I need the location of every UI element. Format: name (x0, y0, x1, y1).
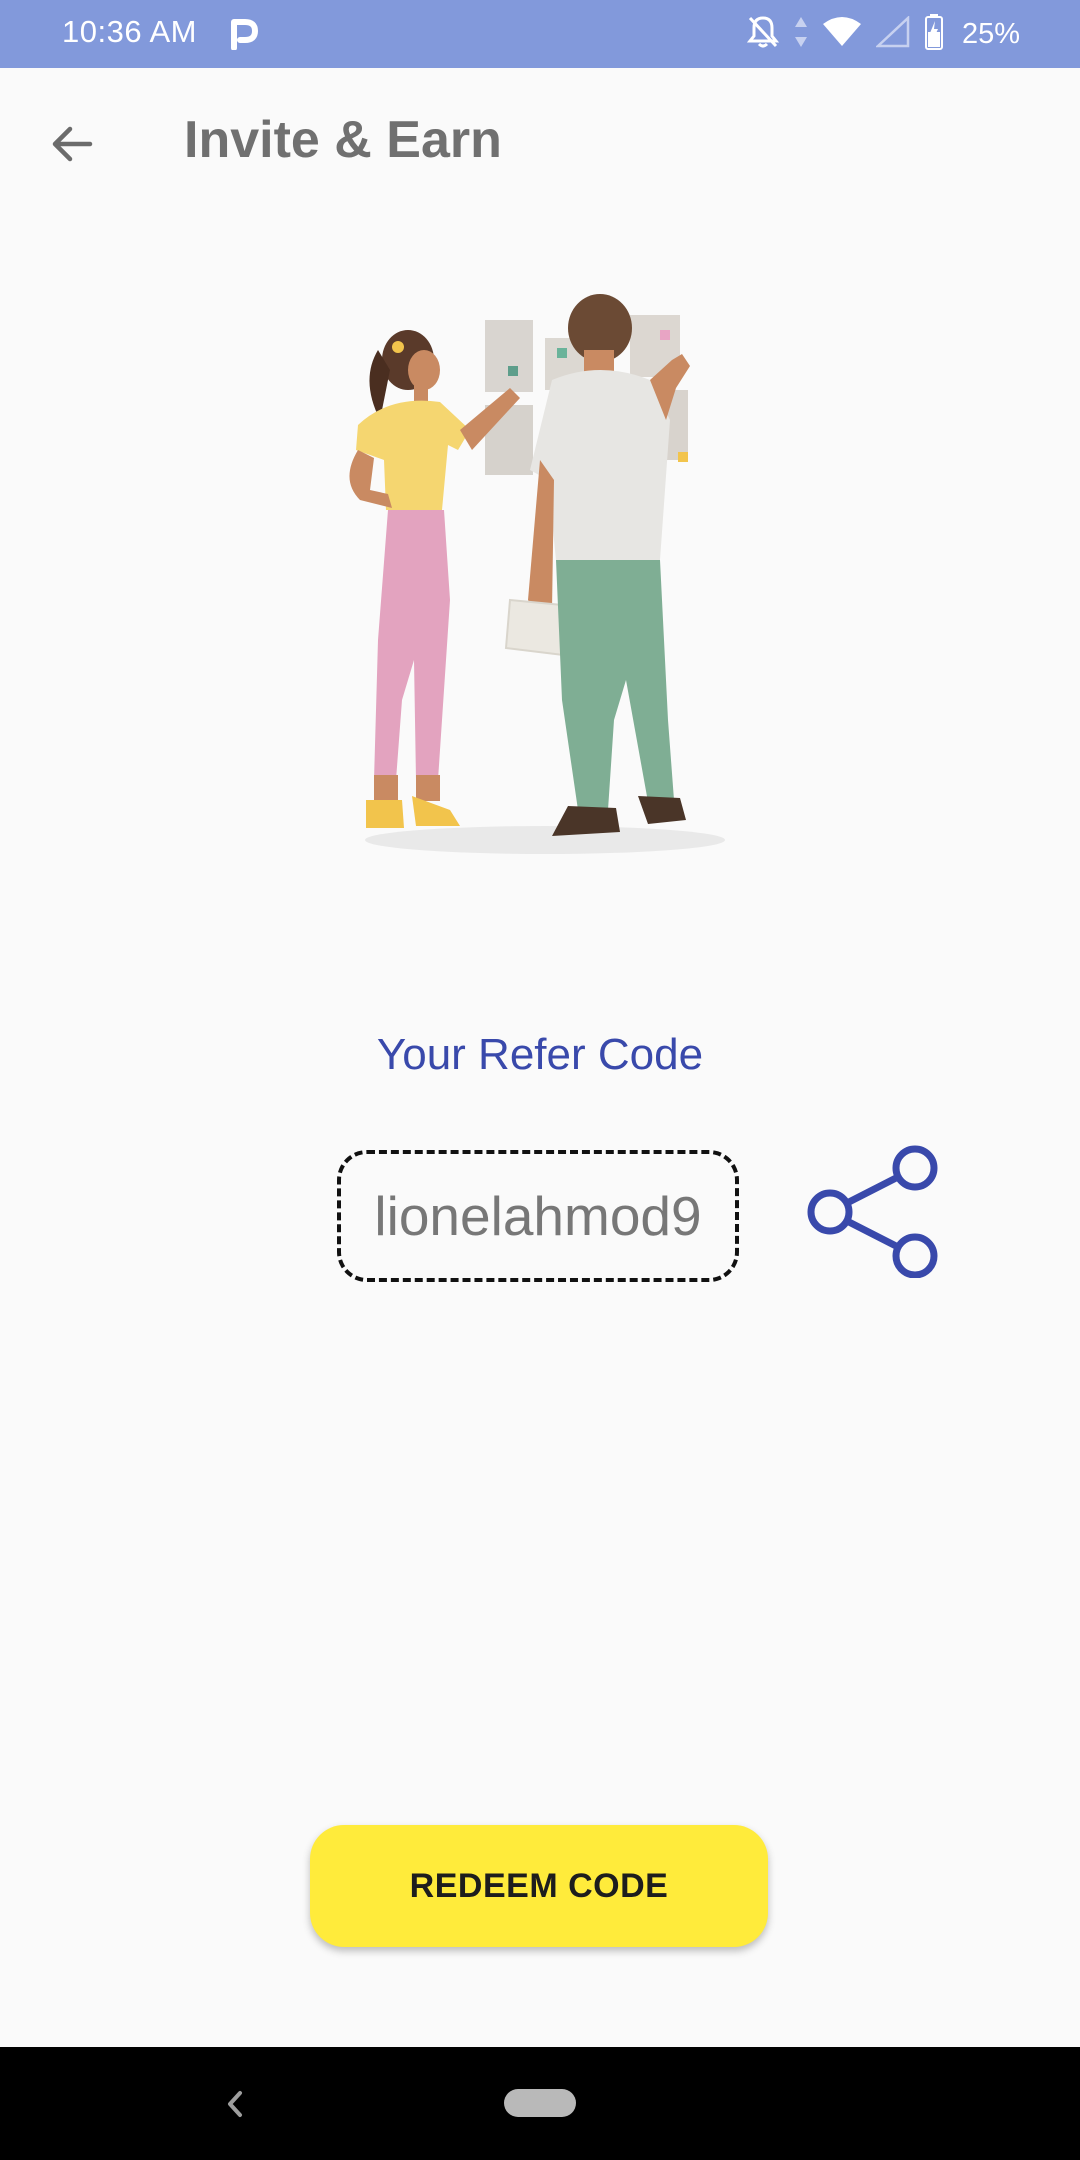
status-time: 10:36 AM (62, 14, 197, 49)
battery-icon (924, 13, 944, 55)
refer-code-box[interactable]: lionelahmod9 (337, 1150, 739, 1282)
invite-earn-screen: 10:36 AM 25% Invite & Earn Your Refer Co… (0, 0, 1080, 2160)
system-nav-bar (0, 2047, 1080, 2160)
battery-percent: 25% (961, 17, 1020, 50)
data-arrows-icon (794, 15, 808, 54)
nav-back-button[interactable] (214, 2079, 254, 2129)
bell-off-icon (746, 14, 780, 55)
back-button[interactable] (38, 110, 106, 178)
wifi-icon (822, 16, 862, 53)
status-icons: 25% (746, 13, 1020, 55)
p-icon (228, 18, 258, 51)
refer-code-label: Your Refer Code (376, 1030, 704, 1079)
redeem-code-button[interactable]: REDEEM CODE (310, 1825, 768, 1947)
arrow-left-icon (52, 126, 93, 162)
chevron-left-icon (228, 2091, 242, 2117)
app-bar: Invite & Earn (0, 68, 1080, 216)
share-icon (807, 1145, 938, 1279)
people-illustration (330, 280, 750, 880)
share-button[interactable] (800, 1142, 950, 1279)
nav-home-pill[interactable] (504, 2089, 576, 2117)
page-title: Invite & Earn (184, 111, 502, 169)
status-bar: 10:36 AM 25% (0, 0, 1080, 68)
signal-icon (874, 14, 910, 53)
